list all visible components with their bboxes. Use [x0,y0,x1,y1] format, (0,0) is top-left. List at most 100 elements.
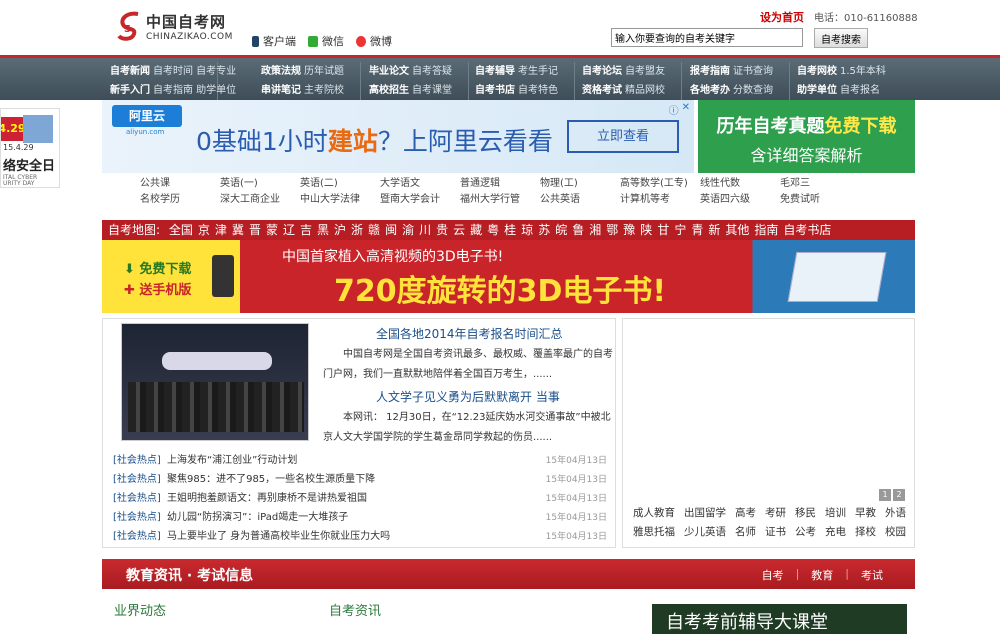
map-region-link[interactable]: 豫 [623,223,635,237]
category-link[interactable]: 考研 [765,503,786,523]
subject-link[interactable]: 公共课 [140,176,220,192]
nav-row[interactable]: 助学单位 自考报名 [797,81,907,100]
category-link[interactable]: 移民 [795,503,816,523]
map-region-link[interactable]: 指南 [754,223,778,237]
subject-link[interactable]: 线性代数 [700,176,780,192]
nav-row[interactable]: 自考辅导 考生手记 [475,62,574,81]
wechat-link[interactable]: 微信 [308,33,344,49]
subject-link[interactable]: 计算机等考 [620,192,700,208]
subject-link[interactable]: 英语四六级 [700,192,780,208]
category-link[interactable]: 名师 [735,522,756,542]
map-region-link[interactable]: 青 [691,223,703,237]
nav-row[interactable]: 高校招生 自考课堂 [369,81,468,100]
nav-row[interactable]: 自考新闻 自考时间 自考专业 [110,62,236,81]
slide-page-2[interactable]: 2 [893,489,905,501]
client-link[interactable]: 客户端 [252,33,296,49]
map-region-link[interactable]: 吉 [300,223,312,237]
category-link[interactable]: 外语 [885,503,906,523]
headline-row[interactable]: [社会热点] 马上要毕业了 身为普通高校毕业生你就业压力大吗 15年04月13日 [113,527,607,547]
nav-row[interactable]: 各地考办 分数查询 [690,81,789,100]
nav-row[interactable]: 串讲笔记 主考院校 [261,81,360,100]
subject-link[interactable]: 名校学历 [140,192,220,208]
nav-row[interactable]: 资格考试 精品网校 [582,81,681,100]
map-region-link[interactable]: 渝 [402,223,414,237]
map-region-link[interactable]: 自考书店 [783,223,831,237]
map-region-link[interactable]: 甘 [657,223,669,237]
category-link[interactable]: 高考 [735,503,756,523]
map-region-link[interactable]: 陕 [640,223,652,237]
category-link[interactable]: 雅思托福 [633,522,675,542]
subject-link[interactable]: 高等数学(工专) [620,176,700,192]
headline-row[interactable]: [社会热点] 王姐明抱羞颜语文：再别康桥不是讲热爱祖国 15年04月13日 [113,489,607,509]
subject-link[interactable]: 英语(一) [220,176,300,192]
category-link[interactable]: 少儿英语 [684,522,726,542]
map-region-link[interactable]: 辽 [283,223,295,237]
map-region-link[interactable]: 粤 [487,223,499,237]
nav-row[interactable]: 自考书店 自考特色 [475,81,574,100]
industry-news-heading[interactable]: 业界动态 [114,600,166,619]
subject-link[interactable]: 福州大学行管 [460,192,540,208]
category-link[interactable]: 成人教育 [633,503,675,523]
map-region-link[interactable]: 云 [453,223,465,237]
search-input[interactable] [611,28,803,47]
map-region-link[interactable]: 津 [215,223,227,237]
map-region-link[interactable]: 其他 [725,223,749,237]
close-icon[interactable]: ✕ [682,102,690,117]
tab-zikao[interactable]: 自考 [762,567,784,583]
map-region-link[interactable]: 鲁 [572,223,584,237]
map-region-link[interactable]: 冀 [232,223,244,237]
map-region-link[interactable]: 黑 [317,223,329,237]
subject-link[interactable]: 公共英语 [540,192,620,208]
3d-ebook-ad[interactable]: ⬇ 免费下载 ✚ 送手机版 中国首家植入高清视频的3D电子书! 720度旋转的3… [102,240,915,313]
map-region-link[interactable]: 赣 [368,223,380,237]
map-region-link[interactable]: 闽 [385,223,397,237]
category-link[interactable]: 早教 [855,503,876,523]
set-homepage-link[interactable]: 设为首页 [760,9,804,25]
subject-link[interactable]: 大学语文 [380,176,460,192]
map-region-link[interactable]: 全国 [169,223,193,237]
nav-row[interactable]: 自考论坛 自考盟友 [582,62,681,81]
subject-link[interactable]: 毛邓三 [780,176,860,192]
news-photo[interactable] [121,323,309,441]
map-region-link[interactable]: 京 [198,223,210,237]
ad-info-icon[interactable]: ⓘ [669,102,679,117]
map-region-link[interactable]: 皖 [555,223,567,237]
category-link[interactable]: 公考 [795,522,816,542]
nav-row[interactable]: 报考指南 证书查询 [690,62,789,81]
aliyun-ad-banner[interactable]: 阿里云 aliyun.com 0基础1小时建站？上阿里云看看 立即查看 ⓘ ✕ [102,100,694,173]
past-exams-ad[interactable]: 历年自考真题免费下载 含详细答案解析 [698,100,915,173]
map-region-link[interactable]: 蒙 [266,223,278,237]
map-region-link[interactable]: 苏 [538,223,550,237]
subject-link[interactable]: 暨南大学会计 [380,192,460,208]
subject-link[interactable]: 深大工商企业 [220,192,300,208]
tab-exams[interactable]: 考试 [861,567,883,583]
category-link[interactable]: 证书 [765,522,786,542]
subject-link[interactable]: 英语(二) [300,176,380,192]
search-button[interactable]: 自考搜索 [814,28,868,48]
headline-row[interactable]: [社会热点] 聚焦985：进不了985，一些名校生源质量下降 15年04月13日 [113,470,607,490]
subject-link[interactable]: 中山大学法律 [300,192,380,208]
map-region-link[interactable]: 浙 [351,223,363,237]
category-link[interactable]: 培训 [825,503,846,523]
top-news-title-2[interactable]: 人文学子见义勇为后默默离开 当事 [376,388,560,405]
category-link[interactable]: 校园 [885,522,906,542]
map-region-link[interactable]: 沪 [334,223,346,237]
nav-row[interactable]: 新手入门 自考指南 助学单位 [110,81,236,100]
category-link[interactable]: 出国留学 [684,503,726,523]
map-region-link[interactable]: 琼 [521,223,533,237]
nav-row[interactable]: 自考网校 1.5年本科 [797,62,907,81]
site-logo[interactable]: 5 中国自考网 CHINAZIKAO.COM [114,8,244,46]
category-link[interactable]: 择校 [855,522,876,542]
subject-link[interactable]: 免费试听 [780,192,860,208]
category-link[interactable]: 充电 [825,522,846,542]
top-news-title-1[interactable]: 全国各地2014年自考报名时间汇总 [376,325,563,342]
headline-row[interactable]: [社会热点] 上海发布“浦江创业”行动计划 15年04月13日 [113,451,607,471]
map-region-link[interactable]: 藏 [470,223,482,237]
slide-page-1[interactable]: 1 [879,489,891,501]
nav-row[interactable]: 政策法规 历年试题 [261,62,360,81]
headline-row[interactable]: [社会热点] 幼儿园“防拐演习”：iPad竭走一大堆孩子 15年04月13日 [113,508,607,528]
map-region-link[interactable]: 湘 [589,223,601,237]
map-region-link[interactable]: 晋 [249,223,261,237]
nav-row[interactable]: 毕业论文 自考答疑 [369,62,468,81]
prep-class-banner[interactable]: 自考考前辅导大课堂 [652,604,907,634]
